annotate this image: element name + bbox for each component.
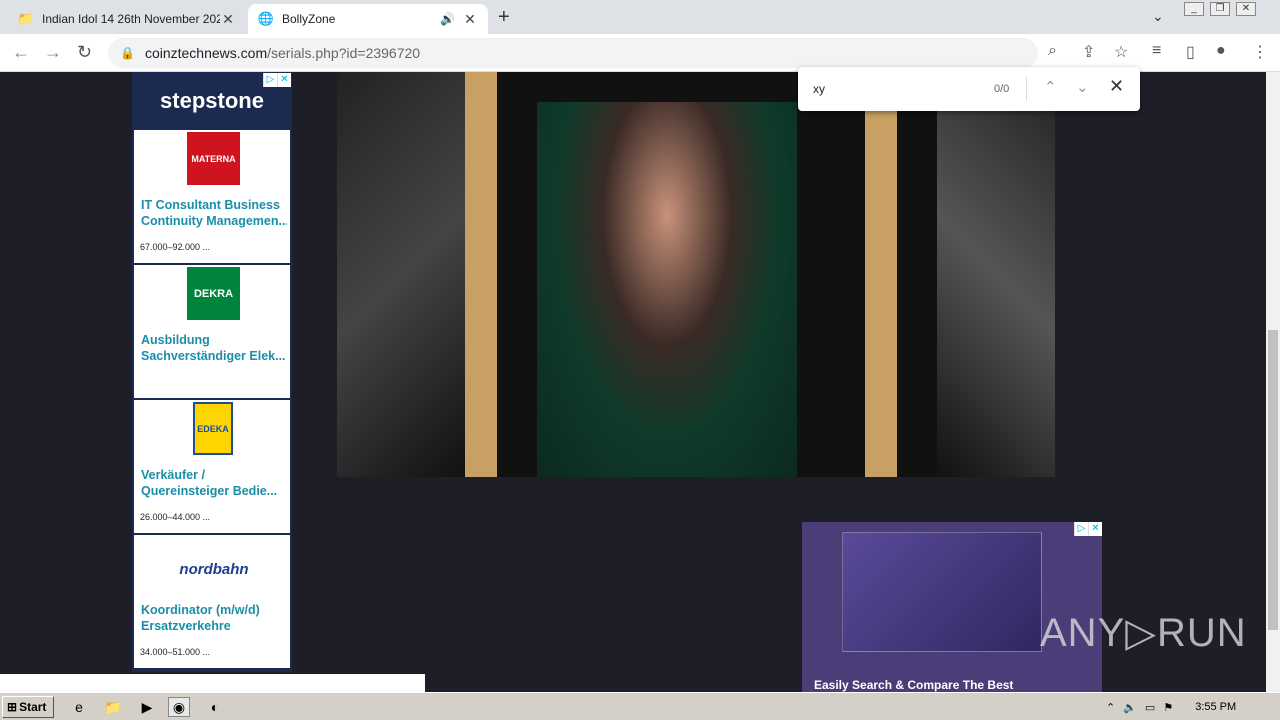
stage-backdrop-left: [337, 72, 465, 477]
globe-icon: 🌐: [257, 11, 275, 26]
job-title-line1: IT Consultant Business: [141, 198, 280, 212]
close-icon[interactable]: ✕: [462, 11, 478, 28]
tab-title: BollyZone: [282, 12, 336, 26]
company-logo: DEKRA: [187, 267, 240, 320]
tab-bollyzone[interactable]: 🌐 BollyZone 🔊 ✕: [248, 4, 488, 34]
scrollbar-thumb[interactable]: [1268, 330, 1278, 630]
job-salary: 34.000–51.000 ...: [140, 647, 211, 657]
find-count: 0/0: [994, 83, 1010, 95]
find-input[interactable]: xy: [813, 82, 825, 96]
new-tab-button[interactable]: +: [498, 6, 510, 29]
ad-badge: ▷ ✕: [263, 73, 291, 87]
share-icon[interactable]: ⇪: [1082, 42, 1095, 62]
close-window-button[interactable]: ✕: [1236, 2, 1256, 16]
lock-icon[interactable]: 🔒: [120, 46, 135, 60]
company-logo: MATERNA: [187, 132, 240, 185]
job-listing[interactable]: MATERNA IT Consultant Business Continuit…: [134, 130, 290, 263]
web-page: ▷ ✕ stepstone MATERNA IT Consultant Busi…: [0, 72, 1266, 692]
close-icon[interactable]: ✕: [220, 11, 236, 28]
job-title-line2: Sachverständiger Elek...: [141, 349, 286, 363]
find-previous-icon[interactable]: ⌃: [1044, 78, 1057, 96]
job-listing[interactable]: DEKRA Ausbildung Sachverständiger Elek..…: [134, 265, 290, 398]
job-title-line2: Ersatzverkehre: [141, 619, 231, 633]
job-title-line2: Continuity Managemen...: [141, 214, 287, 228]
ie-icon[interactable]: e: [68, 697, 90, 717]
job-listing[interactable]: EDEKA Verkäufer / Quereinsteiger Bedie..…: [134, 400, 290, 533]
adchoices-icon[interactable]: ▷: [263, 73, 277, 87]
explorer-icon[interactable]: 📁: [102, 697, 124, 717]
job-title-line1: Koordinator (m/w/d): [141, 603, 260, 617]
job-title-line1: Ausbildung: [141, 333, 210, 347]
ad-graphic: [842, 532, 1042, 652]
tab-strip: 📁 Indian Idol 14 26th November 2023 ’ ✕ …: [0, 0, 1280, 34]
window-controls: _ ❐ ✕: [1184, 2, 1256, 16]
page-footer-bar: [0, 674, 425, 692]
ad-close-icon[interactable]: ✕: [1088, 522, 1102, 536]
url-host: coinztechnews.com: [144, 45, 268, 61]
bottom-ad[interactable]: ▷ ✕ Easily Search & Compare The Best: [802, 522, 1102, 692]
url-path: /serials.php?id=2396720: [267, 45, 421, 61]
audio-icon[interactable]: 🔊: [440, 12, 456, 26]
edge-icon[interactable]: ◐: [204, 697, 226, 717]
media-control-icon[interactable]: ≡: [1152, 42, 1161, 60]
network-icon[interactable]: ▭: [1145, 701, 1155, 714]
bookmark-star-icon[interactable]: ☆: [1114, 42, 1128, 62]
stage-pillar: [865, 72, 897, 477]
ad-text: Easily Search & Compare The Best: [814, 678, 1014, 692]
adchoices-icon[interactable]: ▷: [1074, 522, 1088, 536]
media-player-icon[interactable]: ▶: [136, 697, 158, 717]
job-title-line1: Verkäufer /: [141, 468, 205, 482]
address-bar[interactable]: 🔒 coinztechnews.com/serials.php?id=23967…: [108, 38, 1038, 68]
menu-icon[interactable]: ⋮: [1252, 42, 1268, 62]
restore-button[interactable]: ❐: [1210, 2, 1230, 16]
system-tray: ⌃ 🔈 ▭ ⚑ 3:55 PM: [1100, 695, 1280, 719]
find-bar: xy 0/0 ⌃ ⌄ ✕: [798, 67, 1140, 111]
find-close-icon[interactable]: ✕: [1109, 76, 1124, 97]
company-logo: EDEKA: [193, 402, 233, 455]
job-salary: 67.000–92.000 ...: [140, 242, 211, 252]
start-label: Start: [19, 700, 47, 714]
windows-logo-icon: ⊞: [7, 700, 18, 714]
ad-badge: ▷ ✕: [1074, 522, 1102, 536]
stage-backdrop-right: [937, 72, 1055, 477]
stage-pillar: [465, 72, 497, 477]
profile-icon[interactable]: ●: [1216, 42, 1226, 60]
taskbar: ⊞ Start e 📁 ▶ ◉ ◐ ⌃ 🔈 ▭ ⚑ 3:55 PM: [0, 692, 1280, 720]
ad-close-icon[interactable]: ✕: [277, 73, 291, 87]
volume-icon[interactable]: 🔈: [1123, 701, 1137, 714]
side-panel-icon[interactable]: ▯: [1186, 42, 1195, 62]
tray-arrow-icon[interactable]: ⌃: [1106, 701, 1115, 714]
find-icon[interactable]: ⌕: [1048, 42, 1057, 60]
reload-icon[interactable]: ↻: [77, 42, 92, 63]
job-title-line2: Quereinsteiger Bedie...: [141, 484, 278, 498]
chrome-icon[interactable]: ◉: [168, 697, 190, 717]
forward-icon[interactable]: →: [44, 42, 62, 63]
tab-search-icon[interactable]: ⌄: [1152, 8, 1164, 25]
clock[interactable]: 3:55 PM: [1195, 701, 1236, 713]
tab-indian-idol[interactable]: 📁 Indian Idol 14 26th November 2023 ’ ✕: [8, 4, 246, 34]
job-salary: 26.000–44.000 ...: [140, 512, 211, 522]
flag-icon[interactable]: ⚑: [1163, 701, 1173, 714]
anyrun-watermark: ANY▷RUN: [1040, 611, 1247, 655]
sidebar-ad[interactable]: ▷ ✕ stepstone MATERNA IT Consultant Busi…: [132, 72, 292, 672]
back-icon[interactable]: ←: [12, 42, 30, 63]
find-next-icon[interactable]: ⌄: [1076, 78, 1089, 96]
folder-icon: 📁: [17, 11, 35, 26]
video-player[interactable]: [337, 72, 1055, 477]
start-button[interactable]: ⊞ Start: [2, 696, 54, 718]
video-frame-person: [537, 102, 797, 477]
job-listing[interactable]: nordbahn Koordinator (m/w/d) Ersatzverke…: [134, 535, 290, 668]
tab-title: Indian Idol 14 26th November 2023 ’: [42, 12, 220, 26]
divider: [1026, 77, 1027, 101]
minimize-button[interactable]: _: [1184, 2, 1204, 16]
company-logo: nordbahn: [179, 561, 249, 578]
